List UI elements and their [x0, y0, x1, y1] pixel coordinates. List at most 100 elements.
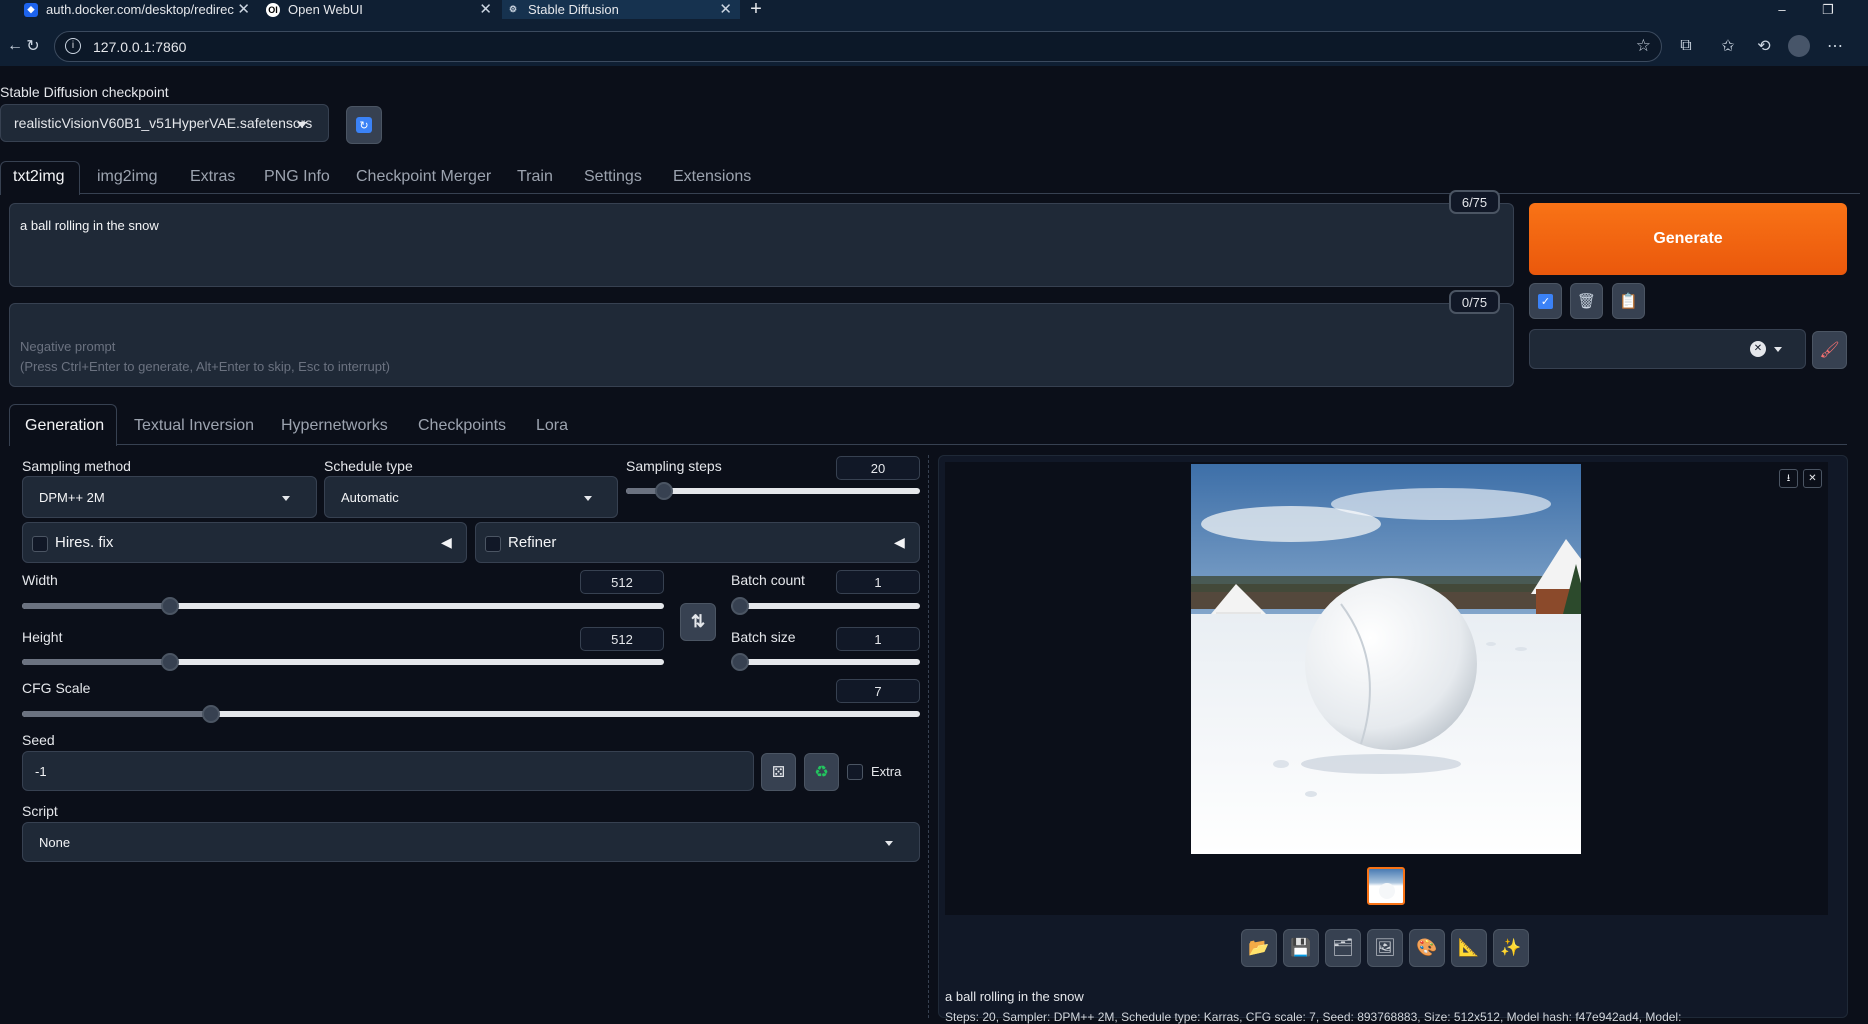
- palette-icon: 🎨: [1416, 938, 1438, 957]
- batch-size-input[interactable]: 1: [836, 627, 920, 651]
- paste-params-button[interactable]: 📋: [1612, 283, 1645, 319]
- save-icon: 💾: [1290, 938, 1312, 957]
- favorites-icon[interactable]: ✩: [1713, 31, 1743, 61]
- archive-icon: 🗂: [1332, 938, 1354, 957]
- url-input[interactable]: i 127.0.0.1:7860 ☆: [54, 31, 1662, 62]
- restore-icon[interactable]: ❐: [1818, 0, 1838, 19]
- tab-lora[interactable]: Lora: [536, 417, 568, 435]
- hires-upscale-button[interactable]: ✨: [1493, 929, 1529, 967]
- refiner-label: Refiner: [508, 534, 557, 551]
- browser-tab-openwebui[interactable]: OI Open WebUI ✕: [262, 0, 500, 19]
- zip-button[interactable]: 🗂: [1325, 929, 1361, 967]
- batch-size-slider[interactable]: [731, 653, 920, 671]
- refiner-accordion[interactable]: Refiner ◀: [475, 522, 920, 563]
- send-to-inpaint-button[interactable]: 🎨: [1409, 929, 1445, 967]
- tab-checkpoint-merger[interactable]: Checkpoint Merger: [356, 168, 491, 186]
- generate-button[interactable]: Generate: [1529, 203, 1847, 275]
- tab-textual-inversion[interactable]: Textual Inversion: [134, 417, 254, 435]
- new-tab-icon[interactable]: +: [746, 0, 766, 19]
- tab-extras[interactable]: Extras: [190, 168, 235, 186]
- height-slider[interactable]: [22, 653, 664, 671]
- batch-count-input[interactable]: 1: [836, 570, 920, 594]
- sampling-steps-slider[interactable]: [626, 482, 920, 500]
- close-icon[interactable]: ✕: [237, 0, 250, 18]
- width-slider[interactable]: [22, 597, 664, 615]
- recycle-icon: ♻: [814, 764, 829, 781]
- batch-count-slider[interactable]: [731, 597, 920, 615]
- history-icon[interactable]: ⟲: [1749, 31, 1779, 61]
- sampling-method-label: Sampling method: [22, 458, 131, 474]
- open-folder-button[interactable]: 📂: [1241, 929, 1277, 967]
- checkpoint-select[interactable]: realisticVisionV60B1_v51HyperVAE.safeten…: [0, 104, 329, 142]
- chevron-down-icon: [297, 122, 307, 128]
- close-icon[interactable]: ✕: [1803, 469, 1822, 488]
- check-icon: ✓: [1538, 293, 1553, 309]
- prompt-token-counter: 6/75: [1449, 190, 1500, 214]
- script-select[interactable]: None: [22, 822, 920, 862]
- random-seed-button[interactable]: ⚄: [761, 753, 796, 791]
- sampling-steps-input[interactable]: 20: [836, 456, 920, 480]
- edit-styles-button[interactable]: 🖌: [1812, 331, 1847, 369]
- prompt-textarea[interactable]: a ball rolling in the snow: [9, 203, 1514, 287]
- cfg-scale-label: CFG Scale: [22, 680, 91, 696]
- output-info: Steps: 20, Sampler: DPM++ 2M, Schedule t…: [945, 1010, 1682, 1024]
- clear-prompt-button[interactable]: 🗑: [1570, 283, 1603, 319]
- reuse-seed-button[interactable]: ♻: [804, 753, 839, 791]
- tab-label[interactable]: Generation: [25, 417, 104, 435]
- schedule-type-select[interactable]: Automatic: [324, 476, 618, 518]
- hires-fix-accordion[interactable]: Hires. fix ◀: [22, 522, 467, 563]
- clear-icon[interactable]: ✕: [1750, 341, 1766, 357]
- url-text: 127.0.0.1:7860: [93, 38, 187, 55]
- send-to-extras-button[interactable]: 📐: [1451, 929, 1487, 967]
- download-icon[interactable]: ⭳: [1779, 469, 1798, 488]
- chevron-down-icon: [282, 496, 290, 501]
- sampling-method-select[interactable]: DPM++ 2M: [22, 476, 317, 518]
- tab-label[interactable]: txt2img: [13, 168, 65, 186]
- styles-select[interactable]: ✕: [1529, 329, 1806, 369]
- more-options-icon[interactable]: ⋯: [1820, 31, 1850, 61]
- browser-tab-docker[interactable]: ◆ auth.docker.com/desktop/redirec ✕: [0, 0, 258, 19]
- close-icon[interactable]: ✕: [479, 0, 492, 18]
- tab-img2img[interactable]: img2img: [97, 168, 157, 186]
- tab-png-info[interactable]: PNG Info: [264, 168, 330, 186]
- width-input[interactable]: 512: [580, 570, 664, 594]
- tab-hypernetworks[interactable]: Hypernetworks: [281, 417, 388, 435]
- height-input[interactable]: 512: [580, 627, 664, 651]
- tab-train[interactable]: Train: [517, 168, 553, 186]
- tab-settings[interactable]: Settings: [584, 168, 642, 186]
- cfg-scale-input[interactable]: 7: [836, 679, 920, 703]
- sampling-method-value: DPM++ 2M: [39, 489, 105, 505]
- close-icon[interactable]: ✕: [719, 0, 732, 18]
- save-button[interactable]: 💾: [1283, 929, 1319, 967]
- extensions-icon[interactable]: ⧉: [1671, 31, 1701, 61]
- refresh-checkpoint-button[interactable]: ↻: [346, 106, 382, 144]
- panel-divider: [928, 455, 929, 1018]
- profile-avatar[interactable]: [1784, 31, 1814, 61]
- favorite-star-icon[interactable]: ☆: [1636, 36, 1651, 56]
- tab-checkpoints[interactable]: Checkpoints: [418, 417, 506, 435]
- tab-title: Stable Diffusion: [528, 2, 619, 17]
- hires-fix-checkbox[interactable]: [32, 536, 48, 552]
- collapse-triangle-icon[interactable]: ◀: [441, 534, 452, 551]
- gallery-thumbnail[interactable]: [1367, 867, 1405, 905]
- site-info-icon[interactable]: i: [65, 38, 81, 54]
- apply-styles-button[interactable]: ✓: [1529, 283, 1562, 319]
- minimize-icon[interactable]: –: [1772, 0, 1792, 19]
- folder-icon: 📂: [1248, 938, 1270, 957]
- negative-prompt-textarea[interactable]: Negative prompt (Press Ctrl+Enter to gen…: [9, 303, 1514, 387]
- output-caption: a ball rolling in the snow: [945, 989, 1084, 1004]
- refiner-checkbox[interactable]: [485, 536, 501, 552]
- swap-dimensions-button[interactable]: ⇅: [680, 603, 716, 641]
- extra-seed-checkbox[interactable]: [847, 764, 863, 780]
- refresh-icon[interactable]: ↻: [18, 31, 48, 61]
- schedule-type-value: Automatic: [341, 489, 399, 505]
- tab-extensions[interactable]: Extensions: [673, 168, 751, 186]
- browser-tab-stable-diffusion[interactable]: ⚙ Stable Diffusion ✕: [502, 0, 740, 19]
- negative-prompt-placeholder: Negative prompt (Press Ctrl+Enter to gen…: [20, 339, 390, 374]
- send-to-img2img-button[interactable]: 🖼: [1367, 929, 1403, 967]
- collapse-triangle-icon[interactable]: ◀: [894, 534, 905, 551]
- cfg-scale-slider[interactable]: [22, 705, 920, 723]
- seed-value: -1: [35, 763, 47, 779]
- generated-image[interactable]: [1191, 464, 1581, 854]
- seed-input[interactable]: -1: [22, 751, 754, 791]
